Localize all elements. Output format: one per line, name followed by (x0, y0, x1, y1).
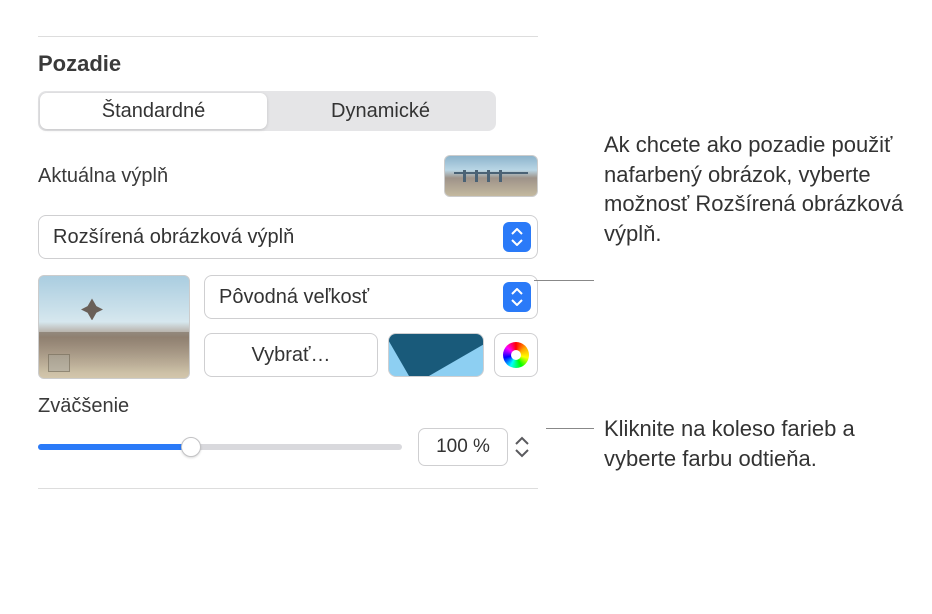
current-fill-thumbnail[interactable] (444, 155, 538, 197)
divider-top (38, 36, 538, 37)
zoom-slider-fill (38, 444, 191, 450)
callout-color-wheel: Kliknite na koleso farieb a vyberte farb… (546, 414, 914, 473)
segment-dynamic[interactable]: Dynamické (267, 93, 494, 129)
divider-bottom (38, 488, 538, 489)
popup-arrows-icon (503, 282, 531, 312)
zoom-value-text: 100 % (436, 436, 490, 458)
callout-line (534, 280, 594, 281)
zoom-label: Zväčšenie (38, 395, 538, 418)
background-panel: Pozadie Štandardné Dynamické Aktuálna vý… (28, 20, 548, 523)
current-fill-row: Aktuálna výplň (38, 155, 538, 197)
zoom-stepper[interactable] (514, 428, 538, 466)
callout-text-advanced-fill: Ak chcete ako pozadie použiť nafarbený o… (594, 130, 904, 249)
callout-text-color-wheel: Kliknite na koleso farieb a vyberte farb… (594, 414, 914, 473)
image-fill-controls: Pôvodná veľkosť Vybrať… (38, 275, 538, 379)
zoom-slider-thumb[interactable] (181, 437, 201, 457)
popup-arrows-icon (503, 222, 531, 252)
segment-standard-label: Štandardné (102, 100, 205, 123)
section-title: Pozadie (38, 51, 538, 77)
fill-type-popup[interactable]: Rozšírená obrázková výplň (38, 215, 538, 259)
segment-dynamic-label: Dynamické (331, 100, 430, 123)
image-fill-right-col: Pôvodná veľkosť Vybrať… (204, 275, 538, 377)
color-wheel-button[interactable] (494, 333, 538, 377)
thumbnail-detail (48, 354, 70, 372)
fill-type-popup-label: Rozšírená obrázková výplň (53, 226, 503, 249)
zoom-stepper-group: 100 % (418, 428, 538, 466)
current-fill-label: Aktuálna výplň (38, 165, 168, 188)
callout-line (546, 428, 594, 429)
caret-down-icon (514, 448, 530, 458)
scale-popup-label: Pôvodná veľkosť (219, 286, 503, 309)
caret-up-icon (514, 436, 530, 446)
scale-popup[interactable]: Pôvodná veľkosť (204, 275, 538, 319)
zoom-slider[interactable] (38, 444, 402, 450)
zoom-value-field[interactable]: 100 % (418, 428, 508, 466)
choose-button[interactable]: Vybrať… (204, 333, 378, 377)
choose-button-label: Vybrať… (251, 344, 330, 367)
segment-standard[interactable]: Štandardné (40, 93, 267, 129)
background-type-segmented[interactable]: Štandardné Dynamické (38, 91, 496, 131)
tint-color-well[interactable] (388, 333, 484, 377)
choose-tint-row: Vybrať… (204, 333, 538, 377)
callout-advanced-fill: Ak chcete ako pozadie použiť nafarbený o… (534, 130, 904, 281)
color-wheel-icon (503, 342, 529, 368)
zoom-row: 100 % (38, 428, 538, 466)
image-fill-thumbnail[interactable] (38, 275, 190, 379)
